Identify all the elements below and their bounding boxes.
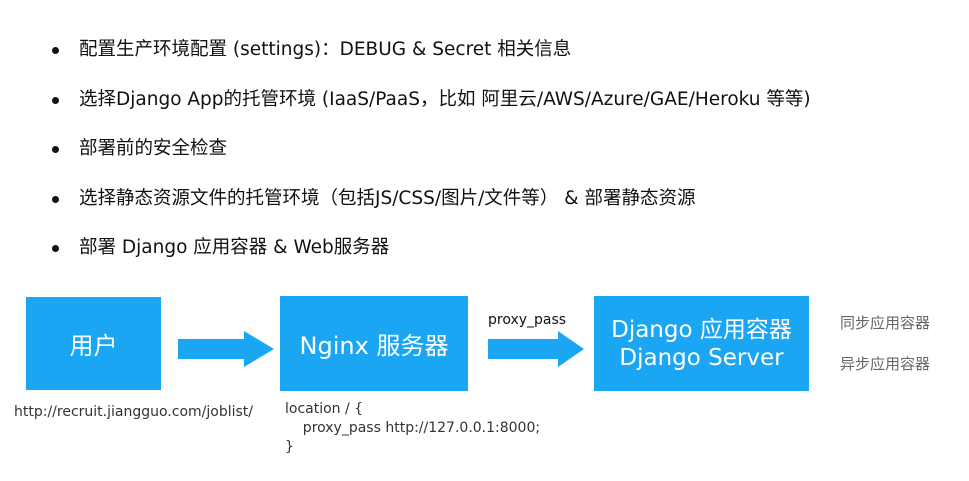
async-container-note: 异步应用容器: [840, 355, 931, 373]
code-line: location / {: [285, 401, 364, 417]
bullet-dot-icon: [52, 245, 59, 252]
bullet-dot-icon: [52, 47, 59, 54]
proxy-pass-label: proxy_pass: [488, 312, 567, 328]
bullet-text: 部署 Django 应用容器 & Web服务器: [79, 237, 390, 258]
bullet-text: 配置生产环境配置 (settings)：DEBUG & Secret 相关信息: [79, 39, 572, 60]
user-box-label: 用户: [69, 332, 118, 360]
user-box: 用户: [26, 297, 161, 390]
bullet-text: 部署前的安全检查: [79, 138, 228, 159]
code-line: proxy_pass http://127.0.0.1:8000;: [285, 420, 541, 436]
bullet-text: 选择Django App的托管环境 (IaaS/PaaS，比如 阿里云/AWS/…: [79, 88, 811, 110]
arrow-right-icon: [178, 331, 274, 367]
django-container-box: Django 应用容器 Django Server: [594, 296, 809, 391]
nginx-config-code: location / { proxy_pass http://127.0.0.1…: [285, 400, 540, 457]
nginx-server-box: Nginx 服务器: [280, 296, 468, 391]
nginx-box-label: Nginx 服务器: [299, 332, 449, 360]
bullet-text: 选择静态资源文件的托管环境（包括JS/CSS/图片/文件等） & 部署静态资源: [79, 187, 696, 209]
code-line: }: [285, 439, 294, 455]
django-box-label-1: Django 应用容器: [611, 316, 792, 343]
bullet-dot-icon: [52, 146, 59, 153]
django-box-label-2: Django Server: [619, 344, 784, 371]
bullet-dot-icon: [52, 195, 59, 203]
url-text: http://recruit.jiangguo.com/joblist/: [14, 404, 253, 420]
bullet-dot-icon: [52, 96, 59, 104]
sync-container-note: 同步应用容器: [840, 314, 931, 332]
arrow-right-icon: [488, 331, 584, 367]
